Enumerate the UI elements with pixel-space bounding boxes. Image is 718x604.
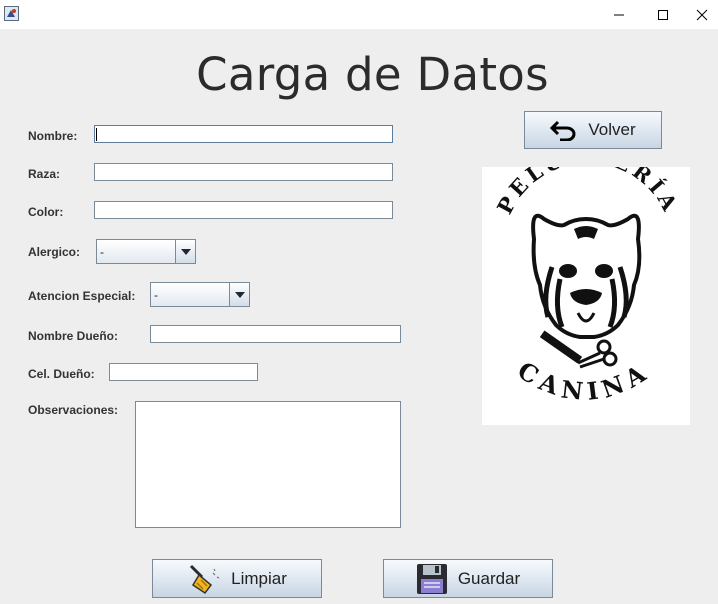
java-app-icon [4,6,19,21]
floppy-disk-icon [416,563,447,594]
cel-dueno-field[interactable] [109,363,258,381]
volver-label: Volver [588,120,636,139]
svg-text:CANINA: CANINA [513,355,656,406]
atencion-especial-select[interactable]: - [150,282,250,307]
maximize-icon[interactable] [640,0,686,29]
alergico-select[interactable]: - [96,239,196,264]
broom-icon [190,564,220,594]
observaciones-label: Observaciones: [28,403,119,417]
text-caret [96,128,97,141]
volver-button[interactable]: Volver [524,111,662,149]
chevron-down-icon[interactable] [229,283,249,306]
logo-text-bottom: CANINA [513,355,650,406]
alergico-label: Alergico: [28,245,81,259]
page-title: Carga de Datos [196,48,549,101]
limpiar-button[interactable]: Limpiar [152,559,322,598]
color-field[interactable] [94,201,393,219]
chevron-down-icon[interactable] [175,240,195,263]
raza-field[interactable] [94,163,393,181]
guardar-button[interactable]: Guardar [383,559,553,598]
atencion-especial-selected-value: - [154,288,158,302]
color-label: Color: [28,205,64,219]
observaciones-textarea[interactable] [135,401,401,528]
raza-label: Raza: [28,167,61,181]
limpiar-label: Limpiar [231,568,287,588]
nombre-label: Nombre: [28,129,78,143]
guardar-label: Guardar [457,568,521,588]
nombre-field[interactable] [94,125,393,143]
undo-arrow-icon [550,120,576,141]
minimize-icon[interactable] [596,0,642,29]
peluqueria-canina-logo: PELUQUERÍA CANINA [482,142,690,425]
nombre-dueno-field[interactable] [150,325,401,343]
close-icon[interactable] [686,0,718,29]
nombre-dueno-label: Nombre Dueño: [28,329,118,343]
atencion-especial-label: Atencion Especial: [28,289,136,303]
svg-text:PELUQUERÍA: PELUQUERÍA [492,167,684,218]
logo-text-top: PELUQUERÍA [492,142,680,218]
window-titlebar [0,0,718,29]
alergico-selected-value: - [100,245,104,259]
cel-dueno-label: Cel. Dueño: [28,367,95,381]
